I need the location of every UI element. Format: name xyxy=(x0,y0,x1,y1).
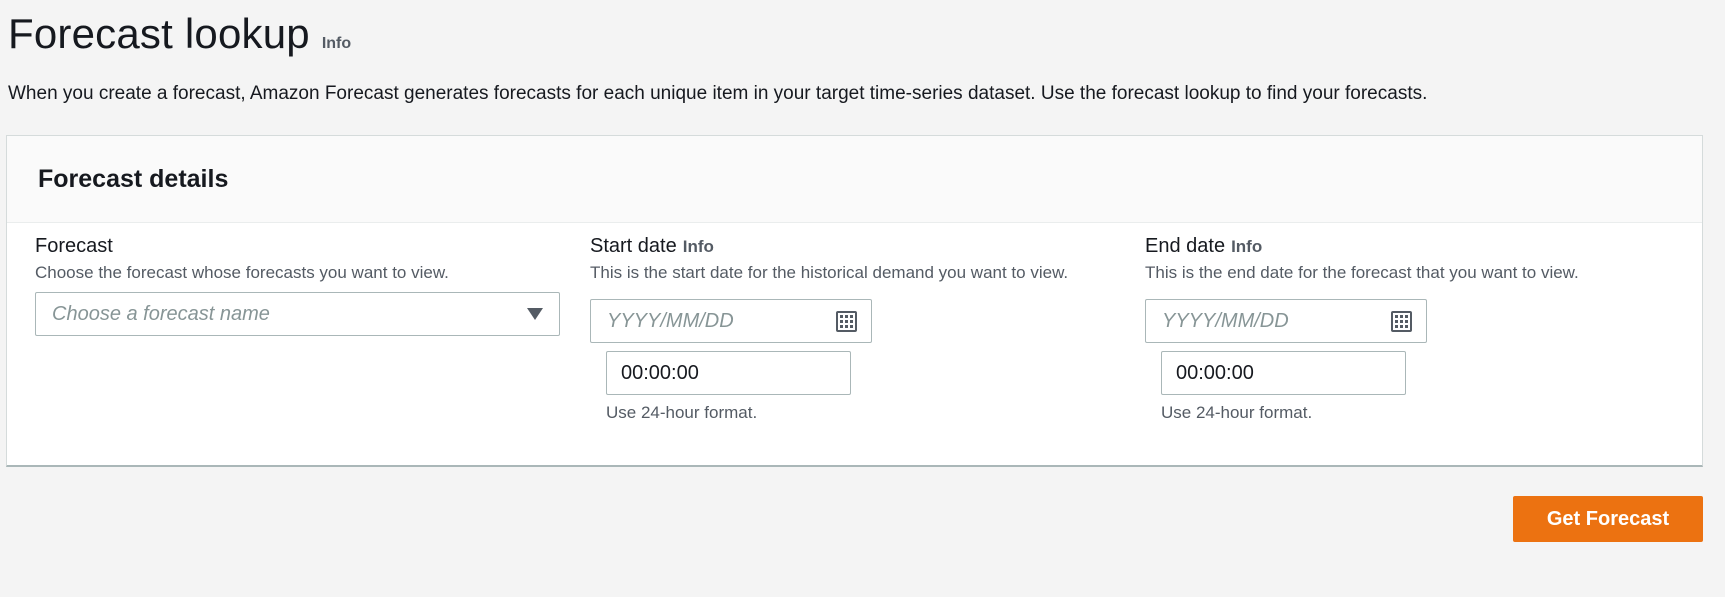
end-date-input[interactable] xyxy=(1162,309,1362,333)
start-date-label-text: Start date xyxy=(590,235,677,257)
calendar-icon[interactable] xyxy=(1391,310,1412,332)
start-date-picker xyxy=(590,299,872,343)
forecast-details-panel: Forecast details Forecast Choose the for… xyxy=(6,135,1703,467)
forecast-lookup-page: Forecast lookup Info When you create a f… xyxy=(0,0,1725,597)
start-date-description: This is the start date for the historica… xyxy=(590,263,1069,282)
end-time-box xyxy=(1161,351,1406,395)
page-header: Forecast lookup Info xyxy=(8,10,351,58)
end-date-picker xyxy=(1145,299,1427,343)
start-date-field: Start date Info This is the start date f… xyxy=(590,235,1068,423)
end-time-input[interactable] xyxy=(1176,361,1386,385)
caret-down-icon xyxy=(527,308,543,320)
forecast-field: Forecast Choose the forecast whose forec… xyxy=(35,235,560,336)
page-title: Forecast lookup xyxy=(8,10,310,57)
page-title-info-link[interactable]: Info xyxy=(322,35,351,53)
end-date-description: This is the end date for the forecast th… xyxy=(1145,263,1579,282)
calendar-icon[interactable] xyxy=(836,310,857,332)
start-date-label: Start date Info xyxy=(590,235,1068,258)
forecast-label-text: Forecast xyxy=(35,235,113,257)
end-time-hint: Use 24-hour format. xyxy=(1161,403,1313,422)
end-date-field: End date Info This is the end date for t… xyxy=(1145,235,1579,423)
end-date-label: End date Info xyxy=(1145,235,1579,258)
start-time-box xyxy=(606,351,851,395)
get-forecast-button[interactable]: Get Forecast xyxy=(1513,496,1703,542)
forecast-label: Forecast xyxy=(35,235,560,258)
end-date-label-text: End date xyxy=(1145,235,1226,257)
forecast-description: Choose the forecast whose forecasts you … xyxy=(35,263,449,282)
start-date-info-link[interactable]: Info xyxy=(683,237,714,257)
start-date-input[interactable] xyxy=(607,309,807,333)
forecast-select[interactable]: Choose a forecast name xyxy=(35,292,560,336)
start-time-hint: Use 24-hour format. xyxy=(606,403,758,422)
panel-header: Forecast details xyxy=(7,136,1702,223)
start-time-input[interactable] xyxy=(621,361,831,385)
panel-title: Forecast details xyxy=(38,164,229,193)
page-description: When you create a forecast, Amazon Forec… xyxy=(8,83,1428,104)
forecast-select-placeholder: Choose a forecast name xyxy=(52,302,270,325)
end-date-info-link[interactable]: Info xyxy=(1231,237,1262,257)
